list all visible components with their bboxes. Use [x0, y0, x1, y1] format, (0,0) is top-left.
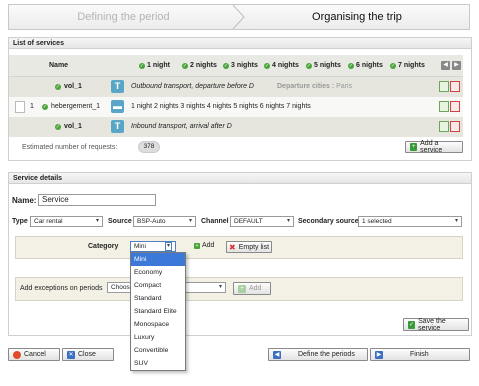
name-column-header: Name — [49, 62, 69, 69]
service-description: Outbound transport, departure before D — [131, 83, 254, 90]
services-header-row: Name ✓ 1 night ✓ 2 nights ✓ 3 nights ✓ 4 nig… — [9, 55, 463, 77]
check-icon: ✓ — [55, 83, 61, 90]
service-name: ✓ hebergement_1 — [42, 103, 101, 110]
night-header-5: ✓ 5 nights — [306, 62, 341, 69]
category-select[interactable]: Mini ▾ — [130, 241, 176, 252]
channel-label: Channel — [201, 218, 229, 225]
drag-handle[interactable] — [15, 101, 25, 113]
category-option-suv[interactable]: SUV — [131, 357, 185, 370]
close-icon: ✕ — [67, 350, 75, 359]
night-header-6: ✓ 6 nights — [348, 62, 383, 69]
save-service-button[interactable]: ✓ Save the service — [403, 318, 469, 332]
category-option-standard[interactable]: Standard — [131, 292, 185, 305]
secondary-source-label: Secondary source — [298, 218, 359, 225]
plus-icon: + — [238, 284, 246, 293]
add-exception-button[interactable]: + Add — [233, 282, 271, 295]
wizard-steps: Defining the period Organising the trip — [8, 4, 470, 30]
service-name-input[interactable]: Service — [38, 194, 156, 206]
service-row-inbound[interactable]: ✓ vol_1 T Inbound transport, arrival aft… — [9, 117, 463, 137]
cross-icon: ✖ — [229, 242, 236, 252]
details-title: Service details — [9, 173, 471, 184]
night-header-3: ✓ 3 nights — [223, 62, 258, 69]
source-label: Source — [108, 218, 132, 225]
define-periods-button[interactable]: ◀ Define the periods — [268, 348, 368, 361]
bed-icon: ▬ — [111, 100, 124, 113]
transport-icon: T — [111, 120, 124, 133]
prev-arrow-icon[interactable]: ◀ — [441, 61, 450, 70]
chevron-down-icon: ▾ — [218, 284, 222, 290]
check-icon: ✓ — [42, 103, 48, 110]
delete-icon[interactable] — [450, 121, 460, 132]
check-icon: ✓ — [139, 62, 145, 69]
name-label: Name: — [12, 196, 37, 205]
check-icon: ✓ — [264, 62, 270, 69]
chevron-down-icon: ▾ — [164, 242, 172, 251]
service-row-accommodation[interactable]: 1 ✓ hebergement_1 ▬ 1 night 2 nights 3 n… — [9, 97, 463, 117]
check-icon: ✓ — [55, 123, 61, 130]
category-option-monospace[interactable]: Monospace — [131, 318, 185, 331]
close-button[interactable]: ✕ Close — [62, 348, 114, 361]
chevron-down-icon: ▾ — [454, 218, 458, 224]
night-header-4: ✓ 4 nights — [264, 62, 299, 69]
step-defining-period[interactable]: Defining the period — [9, 5, 238, 29]
night-header-2: ✓ 2 nights — [182, 62, 217, 69]
category-label: Category — [88, 243, 119, 250]
cancel-button[interactable]: Cancel — [8, 348, 60, 361]
chevron-down-icon: ▾ — [188, 218, 192, 224]
arrow-right-icon: ▶ — [375, 350, 383, 359]
estimate-badge: 378 — [138, 141, 160, 153]
secondary-source-select[interactable]: 1 selected ▾ — [358, 216, 462, 227]
check-icon: ✓ — [182, 62, 188, 69]
category-option-economy[interactable]: Economy — [131, 266, 185, 279]
category-option-standard-elite[interactable]: Standard Elite — [131, 305, 185, 318]
services-title: List of services — [9, 38, 471, 49]
chevron-down-icon: ▾ — [286, 218, 290, 224]
service-name: ✓ vol_1 — [55, 83, 82, 90]
row-number: 1 — [30, 103, 34, 110]
edit-icon[interactable] — [439, 121, 449, 132]
type-select[interactable]: Car rental ▾ — [30, 216, 103, 227]
transport-icon: T — [111, 80, 124, 93]
category-option-compact[interactable]: Compact — [131, 279, 185, 292]
chevron-down-icon: ▾ — [95, 218, 99, 224]
source-select[interactable]: BSP-Auto ▾ — [133, 216, 196, 227]
category-option-convertible[interactable]: Convertible — [131, 344, 185, 357]
service-description: Inbound transport, arrival after D — [131, 123, 232, 130]
step-organising-trip: Organising the trip — [312, 11, 402, 23]
category-option-mini[interactable]: Mini — [131, 253, 185, 266]
check-icon: ✓ — [408, 320, 416, 329]
check-icon: ✓ — [223, 62, 229, 69]
type-label: Type — [12, 218, 28, 225]
service-name: ✓ vol_1 — [55, 123, 82, 130]
category-dropdown-list: Mini Economy Compact Standard Standard E… — [130, 252, 186, 371]
next-arrow-icon[interactable]: ▶ — [452, 61, 461, 70]
delete-icon[interactable] — [450, 81, 460, 92]
check-icon: ✓ — [348, 62, 354, 69]
add-category-button[interactable]: + Add — [194, 242, 214, 249]
empty-list-button[interactable]: ✖ Empty list — [226, 241, 273, 253]
exceptions-label: Add exceptions on periods — [20, 285, 103, 292]
channel-select[interactable]: DEFAULT ▾ — [230, 216, 294, 227]
edit-icon[interactable] — [439, 101, 449, 112]
nights-list: 1 night 2 nights 3 nights 4 nights 5 nig… — [131, 103, 311, 110]
plus-icon: + — [194, 242, 200, 249]
finish-button[interactable]: ▶ Finish — [370, 348, 470, 361]
delete-icon[interactable] — [450, 101, 460, 112]
check-icon: ✓ — [390, 62, 396, 69]
night-header-1: ✓ 1 night — [139, 62, 170, 69]
estimate-label: Estimated number of requests: — [22, 144, 118, 151]
cancel-icon — [13, 350, 21, 359]
category-option-luxury[interactable]: Luxury — [131, 331, 185, 344]
night-header-7: ✓ 7 nights — [390, 62, 425, 69]
service-row-outbound[interactable]: ✓ vol_1 T Outbound transport, departure … — [9, 77, 463, 97]
check-icon: ✓ — [306, 62, 312, 69]
departure-cities-label: Departure cities : Paris — [277, 83, 353, 90]
add-service-button[interactable]: + Add a service — [405, 140, 463, 154]
plus-icon: + — [410, 143, 418, 151]
arrow-left-icon: ◀ — [273, 350, 281, 359]
edit-icon[interactable] — [439, 81, 449, 92]
